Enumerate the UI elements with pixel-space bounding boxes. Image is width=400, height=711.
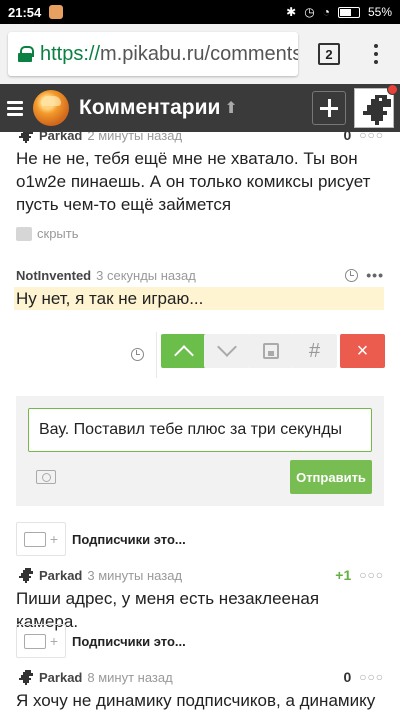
floppy-icon [262, 343, 279, 359]
clock-icon [131, 348, 144, 361]
comment-text: Ну нет, я так не играю... [14, 287, 384, 310]
comment-meta: NotInvented 3 секунды назад ••• [16, 266, 384, 284]
comment-text: Не не не, тебя ещё мне не хватало. Ты во… [16, 149, 371, 214]
status-time: 21:54 [8, 4, 42, 20]
dino-avatar-icon [19, 568, 33, 583]
lock-icon [18, 46, 34, 62]
comment-rating: 0 [343, 132, 352, 143]
more-icon[interactable]: ○○○ [359, 670, 384, 684]
thread-label: Подписчики это [72, 531, 175, 547]
status-icons: ✱ ◷ ◔ 55% [286, 5, 392, 19]
comment-bubble-icon [23, 531, 46, 547]
comment-time: 3 секунды назад [96, 267, 196, 283]
dino-avatar-icon [19, 132, 33, 143]
more-icon[interactable]: ○○○ [359, 132, 384, 142]
chevron-up-icon [173, 345, 194, 365]
notification-icon [49, 5, 64, 19]
hamburger-menu-icon[interactable] [7, 100, 23, 116]
dino-avatar-icon [363, 95, 391, 125]
comment-rating: +1 [335, 567, 352, 583]
send-button[interactable]: Отправить [290, 460, 372, 494]
hide-label: скрыть [37, 226, 79, 241]
tab-switcher-button[interactable]: 2 [318, 43, 340, 65]
reply-arrow-icon [16, 226, 32, 241]
url-host: m.pikabu.ru/comments [100, 42, 298, 65]
expand-thread-button[interactable]: + [16, 522, 66, 556]
pikabu-logo[interactable] [33, 90, 69, 126]
save-button[interactable] [248, 334, 293, 368]
browser-toolbar: https://m.pikabu.ru/comments 2 [0, 24, 400, 84]
battery-percent: 55% [367, 5, 392, 19]
camera-icon[interactable] [36, 470, 56, 484]
chevron-down-icon [216, 337, 237, 357]
comment: Parkad 2 минуты назад 0 ○○○ Не не не, те… [16, 132, 384, 241]
url-scheme: https:// [40, 42, 101, 65]
thread-dots: ... [174, 633, 186, 649]
browser-menu-icon[interactable] [374, 44, 378, 64]
plus-icon: + [49, 633, 59, 649]
expand-thread-button[interactable]: + [16, 624, 66, 658]
bluetooth-icon: ✱ [286, 5, 297, 19]
comment-rating: 0 [343, 669, 352, 685]
comment-author[interactable]: Parkad [39, 568, 82, 583]
battery-icon [337, 6, 360, 18]
more-icon[interactable]: ••• [366, 267, 384, 283]
comment-meta: Parkad 3 минуты назад +1 ○○○ [16, 566, 384, 584]
comment-author[interactable]: Parkad [39, 670, 82, 685]
alarm-icon: ◷ [304, 5, 315, 19]
comment-bubble-icon [23, 633, 46, 649]
comment-text: Я хочу не динамику подписчиков, а динами… [16, 691, 376, 710]
divider [156, 332, 157, 378]
dino-avatar-icon [19, 670, 33, 685]
upvote-button[interactable] [161, 334, 206, 368]
subscribers-thread[interactable]: + Подписчики это... [16, 522, 384, 556]
user-avatar[interactable] [354, 84, 398, 128]
hide-thread-link[interactable]: скрыть [16, 226, 384, 241]
comment-meta: Parkad 8 минут назад 0 ○○○ [16, 668, 384, 686]
page-title: Комментарии [79, 96, 221, 119]
wifi-icon: ◔ [322, 5, 330, 19]
more-icon[interactable]: ○○○ [359, 568, 384, 582]
plus-icon: + [49, 531, 59, 547]
thread-dots: ... [174, 531, 186, 547]
downvote-button[interactable] [204, 334, 249, 368]
url-text: https://m.pikabu.ru/comments [40, 43, 298, 66]
scroll-up-arrow-icon[interactable]: ⬆ [224, 98, 237, 118]
link-button[interactable]: # [292, 334, 337, 368]
comment-own: NotInvented 3 секунды назад ••• Ну нет, … [14, 266, 384, 310]
thread-label: Подписчики это [72, 633, 175, 649]
reply-input[interactable]: Вау. Поставил тебе плюс за три секунды [28, 408, 372, 452]
reply-form: Вау. Поставил тебе плюс за три секунды О… [16, 396, 384, 506]
comment-author[interactable]: Parkad [39, 132, 82, 143]
clock-icon [345, 268, 359, 282]
status-bar: 21:54 ✱ ◷ ◔ 55% [0, 0, 400, 24]
comment: Parkad 3 минуты назад +1 ○○○ Пиши адрес,… [16, 566, 384, 633]
site-header: Комментарии ⬆ [0, 84, 400, 132]
comment-time: 2 минуты назад [87, 132, 183, 143]
comment-author[interactable]: NotInvented [16, 268, 91, 283]
comment-time: 3 минуты назад [87, 567, 183, 583]
close-button[interactable]: × [340, 334, 385, 368]
subscribers-thread[interactable]: + Подписчики это... [16, 624, 384, 658]
address-bar[interactable]: https://m.pikabu.ru/comments [8, 32, 298, 76]
notification-dot [387, 84, 398, 95]
comments-feed: Parkad 2 минуты назад 0 ○○○ Не не не, те… [0, 132, 400, 711]
add-post-button[interactable] [312, 91, 346, 125]
comment-time: 8 минут назад [87, 669, 173, 685]
comment-meta: Parkad 2 минуты назад 0 ○○○ [16, 132, 384, 144]
comment: Parkad 8 минут назад 0 ○○○ Я хочу не дин… [16, 668, 384, 711]
